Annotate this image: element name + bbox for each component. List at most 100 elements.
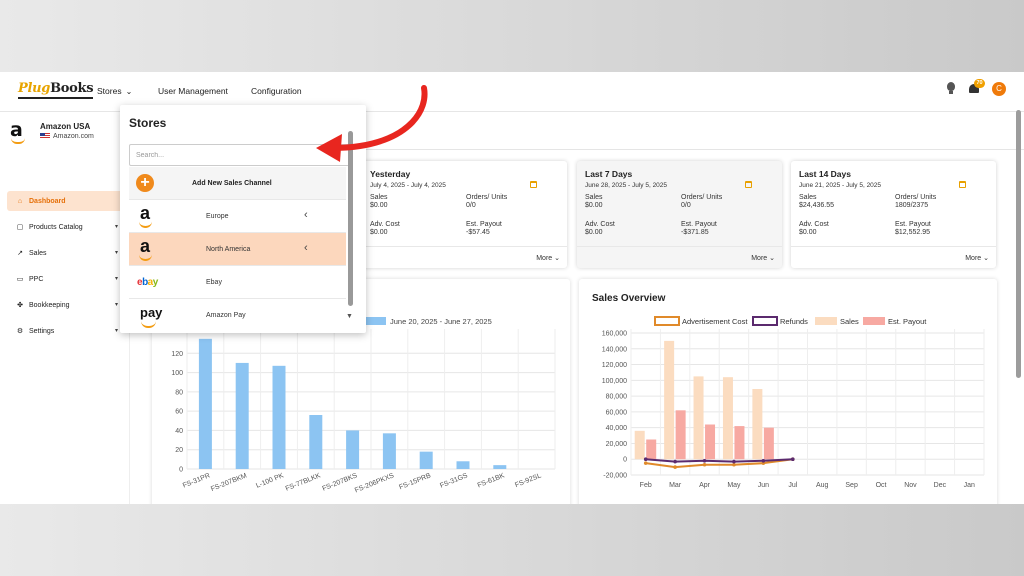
amazon-pay-logo-icon: pay xyxy=(140,305,162,320)
sales-overview-panel: Sales Overview Advertisement CostRefunds… xyxy=(579,279,997,504)
legend-swatch xyxy=(655,317,679,325)
legend-swatch xyxy=(753,317,777,325)
avatar[interactable]: C xyxy=(992,82,1006,96)
bar-sales xyxy=(723,377,733,459)
bar-est-payout xyxy=(734,426,744,459)
payout-label: Est. Payout xyxy=(681,221,717,228)
chevron-down-icon: ▾ xyxy=(115,327,118,334)
line-point xyxy=(732,463,736,467)
legend-label: Sales xyxy=(840,317,859,326)
card-date: June 21, 2025 - July 5, 2025 xyxy=(799,182,881,189)
sales-label: Sales xyxy=(370,194,388,201)
sales-value: $0.00 xyxy=(370,202,388,209)
line-point xyxy=(673,465,677,469)
line-point xyxy=(732,460,736,464)
line-point xyxy=(703,463,707,467)
notification-badge: 70 xyxy=(974,79,985,88)
plus-icon: + xyxy=(136,174,154,192)
x-tick-label: FS-61BK xyxy=(477,472,506,489)
x-tick-label: FS-31PR xyxy=(182,472,211,489)
x-tick-label: FS-77BLKK xyxy=(285,472,322,492)
card-last-7-days: Last 7 Days June 28, 2025 - July 5, 2025… xyxy=(577,161,782,268)
sidebar-item-sales[interactable]: ↗Sales▾ xyxy=(7,243,124,263)
bar xyxy=(420,452,433,469)
payout-label: Est. Payout xyxy=(466,221,502,228)
nav-user-management[interactable]: User Management xyxy=(158,86,228,96)
page-scrollbar[interactable] xyxy=(1016,110,1021,378)
y-tick-label: 120 xyxy=(171,351,183,358)
bar-sales xyxy=(752,389,762,459)
calendar-icon[interactable] xyxy=(530,181,537,188)
sidebar-item-settings[interactable]: ⚙Settings▾ xyxy=(7,321,124,341)
bar xyxy=(457,461,470,469)
y-tick-label: 40,000 xyxy=(606,425,628,432)
amazon-logo-icon: a xyxy=(140,204,150,222)
bar-est-payout xyxy=(705,425,715,460)
calendar-icon[interactable] xyxy=(745,181,752,188)
scroll-down-icon[interactable]: ▼ xyxy=(346,313,353,320)
sidebar-item-products-catalog[interactable]: ▢Products Catalog▾ xyxy=(7,217,124,237)
chevron-down-icon: ▾ xyxy=(115,249,118,256)
monitor-icon: ▭ xyxy=(15,275,25,283)
y-tick-label: 80 xyxy=(175,389,183,396)
bell-icon[interactable]: 70 xyxy=(968,82,980,96)
line-point xyxy=(762,459,766,463)
adv-cost-value: $0.00 xyxy=(370,229,400,236)
y-tick-label: 20,000 xyxy=(606,441,628,448)
x-tick-label: Sep xyxy=(845,482,858,489)
calendar-icon[interactable] xyxy=(959,181,966,188)
x-tick-label: Apr xyxy=(699,482,711,489)
ebay-logo-icon: ebay xyxy=(137,277,158,288)
sidebar-item-ppc[interactable]: ▭PPC▾ xyxy=(7,269,124,289)
y-tick-label: 60 xyxy=(175,409,183,416)
lightbulb-icon[interactable] xyxy=(946,82,956,96)
sidebar: a Amazon USA Amazon.com ⌂Dashboard ▢Prod… xyxy=(0,112,130,504)
store-header: a Amazon USA Amazon.com xyxy=(10,121,125,145)
chevron-down-icon: ▾ xyxy=(115,275,118,282)
orders-value: 1809/2375 xyxy=(895,202,936,209)
store-item-amazon-pay[interactable]: pay Amazon Pay xyxy=(129,299,346,332)
nav-configuration[interactable]: Configuration xyxy=(251,86,302,96)
x-tick-label: Feb xyxy=(640,482,652,489)
store-name: Amazon USA xyxy=(40,122,90,131)
card-last-14-days: Last 14 Days June 21, 2025 - July 5, 202… xyxy=(791,161,996,268)
plugbooks-logo[interactable]: PlugBooks xyxy=(18,81,93,99)
sidebar-item-bookkeeping[interactable]: ✤Bookkeeping▾ xyxy=(7,295,124,315)
more-button[interactable]: More ⌄ xyxy=(965,254,989,262)
home-icon: ⌂ xyxy=(15,198,25,205)
gear-icon: ⚙ xyxy=(15,327,25,335)
x-tick-label: L-100 PK xyxy=(255,472,285,490)
bar-sales xyxy=(635,431,645,459)
legend-label: Refunds xyxy=(780,317,808,326)
y-tick-label: -20,000 xyxy=(603,473,627,480)
store-item-europe[interactable]: a Europe ‹ xyxy=(129,200,346,233)
more-button[interactable]: More ⌄ xyxy=(751,254,775,262)
x-tick-label: Dec xyxy=(934,482,947,489)
add-sales-channel-button[interactable]: + Add New Sales Channel xyxy=(129,167,346,200)
annotation-arrow-icon xyxy=(300,80,440,170)
card-yesterday: Yesterday July 4, 2025 - July 4, 2025 Sa… xyxy=(362,161,567,268)
sales-label: Sales xyxy=(585,194,603,201)
more-button[interactable]: More ⌄ xyxy=(536,254,560,262)
book-icon: ✤ xyxy=(15,301,25,309)
chevron-down-icon: ▾ xyxy=(115,301,118,308)
x-tick-label: FS-31GS xyxy=(439,472,469,490)
nav-stores[interactable]: Stores⌄ xyxy=(97,86,132,96)
dropdown-title: Stores xyxy=(129,116,166,130)
y-tick-label: 20 xyxy=(175,447,183,454)
line-point xyxy=(644,461,648,465)
store-item-ebay[interactable]: ebay Ebay xyxy=(129,266,346,299)
legend-swatch xyxy=(366,317,386,325)
chevron-down-icon: ⌄ xyxy=(983,255,989,262)
chart-icon: ↗ xyxy=(15,249,25,257)
card-title: Yesterday xyxy=(370,169,410,179)
y-tick-label: 80,000 xyxy=(606,394,628,401)
bar xyxy=(199,339,212,469)
chevron-left-icon: ‹ xyxy=(304,242,308,254)
line-point xyxy=(703,459,707,463)
store-item-north-america[interactable]: a North America ‹ xyxy=(129,233,346,266)
sidebar-item-dashboard[interactable]: ⌂Dashboard xyxy=(7,191,124,211)
x-tick-label: FS-207BKS xyxy=(321,472,358,492)
line-point xyxy=(644,457,648,461)
sales-label: Sales xyxy=(799,194,817,201)
